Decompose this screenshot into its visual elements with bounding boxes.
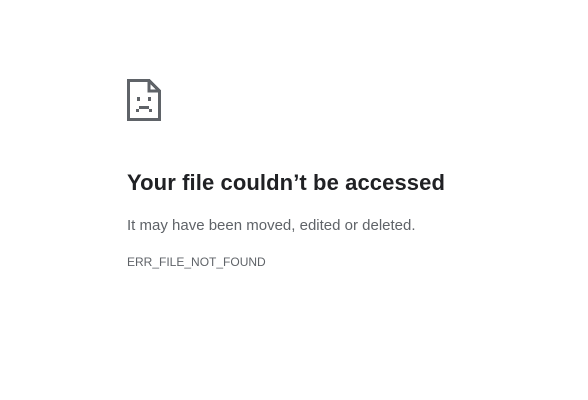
- error-code: ERR_FILE_NOT_FOUND: [127, 255, 266, 269]
- error-page: Your file couldn’t be accessed It may ha…: [0, 0, 588, 400]
- error-message: It may have been moved, edited or delete…: [127, 217, 416, 234]
- page-title: Your file couldn’t be accessed: [127, 170, 446, 195]
- sad-file-icon: [127, 79, 161, 121]
